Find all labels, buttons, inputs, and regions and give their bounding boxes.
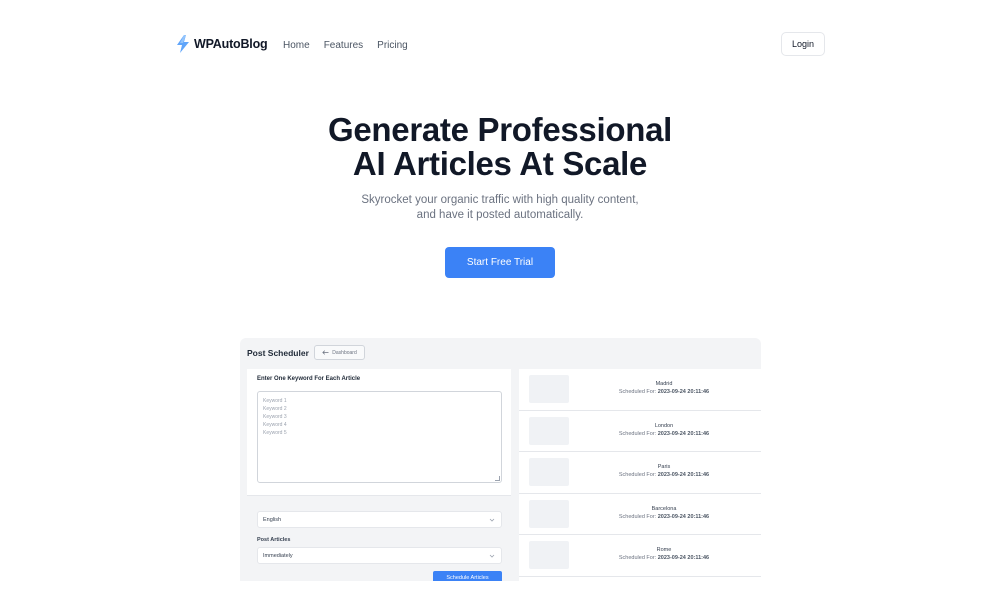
hero-subtitle: Skyrocket your organic traffic with high… <box>0 193 1000 223</box>
keyword-placeholder: Keyword 2 <box>263 406 287 412</box>
list-item[interactable]: Madrid Scheduled For: 2023-09-24 20:11:4… <box>519 369 761 411</box>
list-item[interactable]: Barcelona Scheduled For: 2023-09-24 20:1… <box>519 494 761 535</box>
login-button[interactable]: Login <box>781 32 825 56</box>
post-scheduler-title: Post Scheduler <box>247 348 309 358</box>
arrow-left-icon <box>322 350 329 355</box>
article-city: London <box>654 422 674 429</box>
chevron-down-icon <box>489 554 495 558</box>
keyword-placeholder: Keyword 1 <box>263 398 287 404</box>
article-thumbnail <box>529 375 569 403</box>
start-free-trial-button[interactable]: Start Free Trial <box>445 247 555 278</box>
nav-link-pricing[interactable]: Pricing <box>377 40 408 51</box>
keyword-placeholder: Keyword 4 <box>263 422 287 428</box>
hero-title: Generate Professional AI Articles At Sca… <box>0 113 1000 181</box>
keywords-textarea[interactable]: Keyword 1 Keyword 2 Keyword 3 Keyword 4 … <box>257 391 502 483</box>
lightning-icon <box>177 35 189 53</box>
chevron-down-icon <box>489 518 495 522</box>
nav-link-features[interactable]: Features <box>324 40 363 51</box>
scheduled-time: Scheduled For: 2023-09-24 20:11:46 <box>618 513 710 520</box>
hero-subtitle-line-2: and have it posted automatically. <box>416 209 584 221</box>
dashboard-back-label: Dashboard <box>332 349 357 356</box>
language-select[interactable]: English <box>257 511 502 528</box>
article-thumbnail <box>529 541 569 569</box>
scheduled-time: Scheduled For: 2023-09-24 20:11:46 <box>618 555 710 561</box>
form-options: English Post Articles Immediately Schedu… <box>247 495 511 581</box>
scheduled-time: Scheduled For: 2023-09-24 20:11:46 <box>618 389 710 395</box>
schedule-articles-button[interactable]: Schedule Articles <box>433 571 502 581</box>
keyword-form-panel: Enter One Keyword For Each Article Keywo… <box>247 369 511 581</box>
post-articles-select-value: Immediately <box>263 552 293 559</box>
keyword-placeholder: Keyword 3 <box>263 414 287 420</box>
scheduled-time: Scheduled For: 2023-09-24 20:11:46 <box>618 472 710 478</box>
article-thumbnail <box>529 416 569 445</box>
keywords-label: Enter One Keyword For Each Article <box>257 376 361 382</box>
nav-links: Home Features Pricing <box>283 40 422 51</box>
article-city: Paris <box>657 464 671 470</box>
article-thumbnail <box>529 499 569 528</box>
hero-subtitle-line-1: Skyrocket your organic traffic with high… <box>361 194 639 206</box>
hero-title-line-1: Generate Professional <box>327 111 672 148</box>
scheduled-time: Scheduled For: 2023-09-24 20:11:46 <box>618 430 710 437</box>
scheduled-articles-list: Madrid Scheduled For: 2023-09-24 20:11:4… <box>519 369 761 581</box>
article-thumbnail <box>529 458 569 486</box>
dashboard-back-button[interactable]: Dashboard <box>314 345 365 360</box>
brand-name: WPAutoBlog <box>194 37 268 51</box>
article-city: Barcelona <box>651 505 677 512</box>
brand-logo[interactable]: WPAutoBlog <box>176 35 268 53</box>
resize-grip-icon[interactable] <box>495 476 500 481</box>
language-select-value: English <box>263 516 282 523</box>
article-city: Rome <box>656 547 672 553</box>
list-item[interactable]: London Scheduled For: 2023-09-24 20:11:4… <box>519 411 761 452</box>
keyword-placeholder: Keyword 5 <box>263 430 287 436</box>
hero-title-line-2: AI Articles At Scale <box>352 145 648 182</box>
app-preview: Post Scheduler Dashboard Enter One Keywo… <box>240 338 761 581</box>
list-item[interactable]: Paris Scheduled For: 2023-09-24 20:11:46 <box>519 452 761 494</box>
post-articles-label: Post Articles <box>257 537 291 543</box>
nav-link-home[interactable]: Home <box>283 40 310 51</box>
post-articles-select[interactable]: Immediately <box>257 547 502 564</box>
list-item[interactable]: Rome Scheduled For: 2023-09-24 20:11:46 <box>519 535 761 577</box>
top-nav: WPAutoBlog Home Features Pricing Login <box>0 0 1000 90</box>
article-city: Madrid <box>655 381 673 387</box>
